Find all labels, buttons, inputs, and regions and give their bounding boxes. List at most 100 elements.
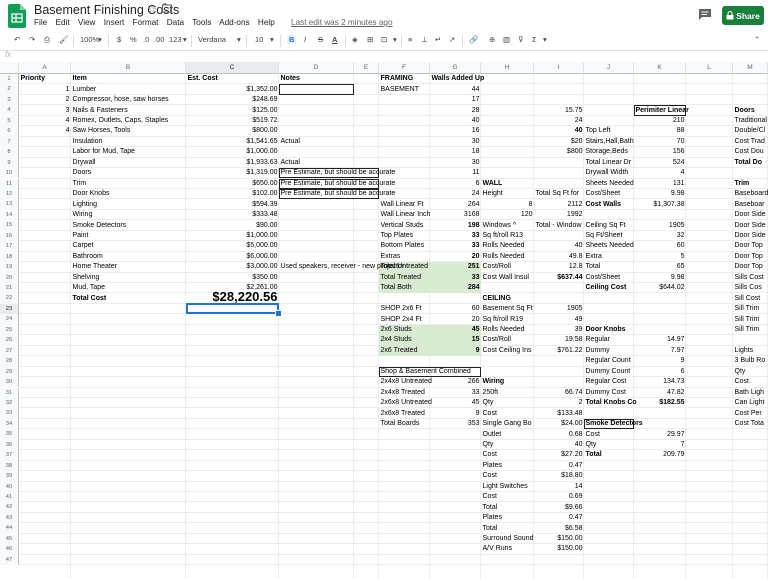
cell-j27[interactable]: Dummy xyxy=(584,346,611,356)
cell-j26[interactable]: Regular xyxy=(584,335,612,345)
currency-button[interactable]: $ xyxy=(117,35,121,44)
cell-i37[interactable]: $27.20 xyxy=(534,450,584,460)
cell-f16[interactable]: Top Plates xyxy=(379,231,415,241)
cell-h44[interactable]: Total xyxy=(481,524,499,534)
cell-i42[interactable]: $9.66 xyxy=(534,503,584,513)
last-edit-link[interactable]: Last edit was 2 minutes ago xyxy=(291,18,393,27)
cell-c2[interactable]: $1,352.00 xyxy=(186,85,279,95)
cell-c8[interactable]: $1,000.00 xyxy=(186,147,279,157)
cell-i15[interactable]: Total - Window xyxy=(534,221,583,231)
row-header[interactable]: 27 xyxy=(0,345,19,357)
cell-g5[interactable]: 40 xyxy=(430,116,481,126)
cell-d9[interactable]: Actual xyxy=(279,158,301,168)
cell-m13[interactable]: Baseboar xyxy=(733,200,766,210)
cell-b8[interactable]: Labor for Mud, Tape xyxy=(71,147,137,157)
cell-f19[interactable]: Total Untreated xyxy=(379,262,429,272)
cell-h32[interactable]: Qty xyxy=(481,398,495,408)
row-header[interactable]: 3 xyxy=(0,94,19,106)
cell-b18[interactable]: Bathroom xyxy=(71,252,104,262)
cell-g14[interactable]: 3168 xyxy=(430,210,481,220)
cell-g17[interactable]: 33 xyxy=(430,241,481,251)
cell-h27[interactable]: Cost Ceiling Ins xyxy=(481,346,533,356)
horizontal-align-icon[interactable]: ≡ xyxy=(408,35,412,44)
cell-b3[interactable]: Compressor, hose, saw horses xyxy=(71,95,170,105)
cell-g24[interactable]: 20 xyxy=(430,315,481,325)
cell-f23[interactable]: SHOP 2x6 Ft xyxy=(379,304,423,314)
text-rotation-icon[interactable]: ↗ xyxy=(449,35,455,44)
row-header[interactable]: 39 xyxy=(0,471,19,482)
row-header[interactable]: 15 xyxy=(0,220,19,231)
cell-c11[interactable]: $650.00 xyxy=(186,179,279,189)
cell-c14[interactable]: $333.48 xyxy=(186,210,279,220)
cell-j7[interactable]: Stairs,Hall,Bath xyxy=(584,137,635,147)
row-header[interactable]: 28 xyxy=(0,356,19,367)
cell-m32[interactable]: Can Light xyxy=(733,398,766,408)
cell-k18[interactable]: 5 xyxy=(634,252,686,262)
sheets-logo-icon[interactable] xyxy=(8,4,26,28)
cell-k11[interactable]: 131 xyxy=(634,179,686,189)
row-header[interactable]: 26 xyxy=(0,335,19,346)
cell-k28[interactable]: 9 xyxy=(634,356,686,366)
font-select[interactable]: Verdana xyxy=(198,35,226,44)
cell-c18[interactable]: $6,000.00 xyxy=(186,252,279,262)
row-header[interactable]: 45 xyxy=(0,533,19,545)
cell-m11[interactable]: Trim xyxy=(733,179,751,189)
column-header-k[interactable]: K xyxy=(634,62,686,74)
cell-j31[interactable]: Dummy Cost xyxy=(584,388,627,398)
cell-m7[interactable]: Cost Trad xyxy=(733,137,766,147)
cell-m31[interactable]: Bath Ligh xyxy=(733,388,766,398)
text-wrap-icon[interactable]: ↵ xyxy=(435,35,441,44)
cell-f25[interactable]: 2x6 Studs xyxy=(379,325,413,335)
cell-b15[interactable]: Smoke Detectors xyxy=(71,221,128,231)
cell-i24[interactable]: 49 xyxy=(534,315,584,325)
cell-m9[interactable]: Total Do xyxy=(733,158,763,168)
cell-j29[interactable]: Dummy Count xyxy=(584,367,632,377)
cell-j25[interactable]: Door Knobs xyxy=(584,325,627,335)
cell-j30[interactable]: Regular Cost xyxy=(584,377,628,387)
cell-m20[interactable]: Sills Cost xyxy=(733,273,765,283)
cell-f13[interactable]: Wall Linear Ft xyxy=(379,200,425,210)
cell-h24[interactable]: Sq ft/roll R19 xyxy=(481,315,524,325)
cell-j36[interactable]: Qty xyxy=(584,440,598,450)
cell-h34[interactable]: Single Gang Bo xyxy=(481,419,533,429)
cell-g26[interactable]: 15 xyxy=(430,335,481,345)
row-header[interactable]: 35 xyxy=(0,429,19,440)
cell-g9[interactable]: 30 xyxy=(430,158,481,168)
row-header[interactable]: 31 xyxy=(0,387,19,398)
cell-g30[interactable]: 266 xyxy=(430,377,481,387)
cell-j32[interactable]: Total Knobs Co xyxy=(584,398,638,408)
cell-j15[interactable]: Ceiling Sq Ft xyxy=(584,221,627,231)
row-header[interactable]: 13 xyxy=(0,199,19,210)
cell-i4[interactable]: 15.75 xyxy=(534,106,584,116)
cell-k17[interactable]: 60 xyxy=(634,241,686,251)
cell-c17[interactable]: $5,000.00 xyxy=(186,241,279,251)
cell-m8[interactable]: Cost Dou xyxy=(733,147,765,157)
cell-h16[interactable]: Sq ft/roll R13 xyxy=(481,231,524,241)
cell-m19[interactable]: Door Top xyxy=(733,262,764,272)
cell-b5[interactable]: Romex, Outlets, Caps, Staples xyxy=(71,116,170,126)
cell-f24[interactable]: SHOP 2x4 Ft xyxy=(379,315,423,325)
cell-a1[interactable]: Priority xyxy=(19,74,47,84)
row-header[interactable]: 14 xyxy=(0,209,19,221)
cell-m15[interactable]: Door Side xyxy=(733,221,767,231)
column-header-i[interactable]: I xyxy=(534,62,584,74)
row-header[interactable]: 36 xyxy=(0,439,19,451)
cell-f2[interactable]: BASEMENT xyxy=(379,85,421,95)
row-header[interactable]: 37 xyxy=(0,450,19,461)
cell-k32[interactable]: $182.55 xyxy=(634,398,686,408)
cell-i40[interactable]: 14 xyxy=(534,482,584,492)
document-title[interactable]: Basement Finishing Costs xyxy=(34,3,179,17)
comment-icon[interactable] xyxy=(698,8,712,21)
cell-m23[interactable]: Sill Trim xyxy=(733,304,761,314)
cell-f29[interactable]: Shop & Basement Combined xyxy=(379,367,472,377)
cell-h43[interactable]: Plates xyxy=(481,513,503,523)
cell-b14[interactable]: Wiring xyxy=(71,210,94,220)
row-header[interactable]: 25 xyxy=(0,324,19,336)
cell-g6[interactable]: 16 xyxy=(430,126,481,136)
cell-j21[interactable]: Ceiling Cost xyxy=(584,283,628,293)
cell-k31[interactable]: 47.82 xyxy=(634,388,686,398)
star-icon[interactable]: ☆ xyxy=(147,3,157,16)
cell-c9[interactable]: $1,933.63 xyxy=(186,158,279,168)
redo-icon[interactable]: ↷ xyxy=(29,35,35,44)
cell-k19[interactable]: 65 xyxy=(634,262,686,272)
